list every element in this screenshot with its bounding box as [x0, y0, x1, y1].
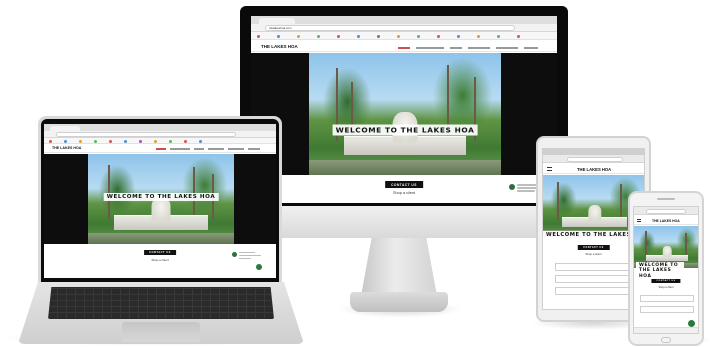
site-logo[interactable]: THE LAKES HOA — [577, 167, 611, 172]
laptop-trackpad — [122, 322, 200, 342]
site-navigation: THE LAKES HOA — [44, 144, 276, 153]
site-navigation: THE LAKES HOA — [251, 41, 557, 52]
laptop: THE LAKES HOA WELCOME TO THE LAKES HOA C… — [12, 116, 312, 346]
contact-us-button[interactable]: CONTACT US — [144, 250, 176, 255]
phone: THE LAKES HOA WELCOME TO THE LAKES HOA C… — [628, 191, 704, 346]
form-input[interactable] — [555, 275, 635, 283]
site-navigation: THE LAKES HOA — [543, 164, 644, 174]
bookmarks-bar — [251, 32, 557, 40]
chat-avatar-icon[interactable] — [509, 184, 515, 190]
browser-toolbar — [44, 131, 276, 138]
nav-item[interactable] — [208, 148, 224, 150]
hero-image: WELCOME TO THE LAKES HOA — [88, 154, 234, 244]
imac-stand-base — [350, 292, 448, 312]
browser-tab-strip — [251, 16, 557, 24]
browser-bottom-bar — [634, 327, 698, 333]
shop-text: Shop a client — [151, 258, 169, 262]
site-logo[interactable]: THE LAKES HOA — [52, 146, 81, 150]
contact-us-button[interactable]: CONTACT US — [385, 181, 423, 188]
form-input[interactable] — [555, 287, 635, 295]
hamburger-menu-icon[interactable] — [547, 167, 552, 171]
hero-welcome-heading: WELCOME TO THE LAKES HOA — [103, 193, 219, 202]
hero-side-panel — [44, 154, 88, 244]
phone-home-button — [661, 337, 671, 343]
chat-avatar-icon[interactable] — [232, 252, 237, 257]
address-bar[interactable] — [646, 208, 686, 214]
laptop-screen: THE LAKES HOA WELCOME TO THE LAKES HOA C… — [44, 124, 276, 278]
hero-welcome-heading: WELCOME TO THE LAKES HOA — [636, 262, 684, 281]
form-input[interactable] — [555, 263, 635, 271]
hamburger-menu-icon[interactable] — [637, 218, 641, 222]
nav-item[interactable] — [524, 47, 538, 49]
form-input[interactable] — [640, 306, 694, 313]
hero-side-panel — [234, 154, 276, 244]
phone-speaker — [657, 198, 675, 200]
chat-button-icon[interactable] — [688, 320, 695, 327]
address-bar[interactable] — [56, 132, 236, 137]
phone-screen: THE LAKES HOA WELCOME TO THE LAKES HOA C… — [633, 206, 699, 334]
nav-item[interactable] — [416, 47, 444, 49]
phone-website: THE LAKES HOA WELCOME TO THE LAKES HOA C… — [634, 207, 698, 333]
nav-item[interactable] — [248, 148, 260, 150]
imac-stand — [361, 238, 437, 296]
nav-item[interactable] — [496, 47, 518, 49]
address-bar[interactable] — [567, 156, 623, 162]
nav-item[interactable] — [398, 47, 410, 49]
nav-item[interactable] — [170, 148, 190, 150]
shop-text: Shop a client — [393, 191, 415, 195]
laptop-keyboard — [48, 287, 274, 319]
form-input[interactable] — [640, 295, 694, 302]
contact-us-button[interactable]: CONTACT US — [577, 245, 610, 250]
hero-welcome-heading: WELCOME TO THE LAKES HOA — [332, 124, 478, 136]
site-logo[interactable]: THE LAKES HOA — [652, 219, 680, 223]
nav-item[interactable] — [194, 148, 204, 150]
nav-item[interactable] — [228, 148, 244, 150]
nav-item[interactable] — [450, 47, 462, 49]
nav-item[interactable] — [468, 47, 490, 49]
address-bar[interactable]: thelakeshoa.com — [265, 25, 515, 31]
contact-us-button[interactable]: CONTACT US — [651, 279, 681, 283]
browser-toolbar: thelakeshoa.com — [251, 24, 557, 32]
site-logo[interactable]: THE LAKES HOA — [261, 44, 298, 49]
chat-button-icon[interactable] — [256, 264, 262, 270]
browser-toolbar — [634, 207, 698, 215]
browser-tab-strip — [44, 124, 276, 131]
shop-text: Shop a client — [658, 286, 674, 289]
browser-toolbar — [543, 155, 644, 163]
site-navigation: THE LAKES HOA — [634, 216, 698, 225]
nav-item[interactable] — [156, 148, 166, 150]
shop-text: Shop a client — [585, 252, 602, 256]
hero-image: WELCOME TO THE LAKES HOA — [309, 53, 501, 175]
laptop-website: THE LAKES HOA WELCOME TO THE LAKES HOA C… — [44, 124, 276, 278]
